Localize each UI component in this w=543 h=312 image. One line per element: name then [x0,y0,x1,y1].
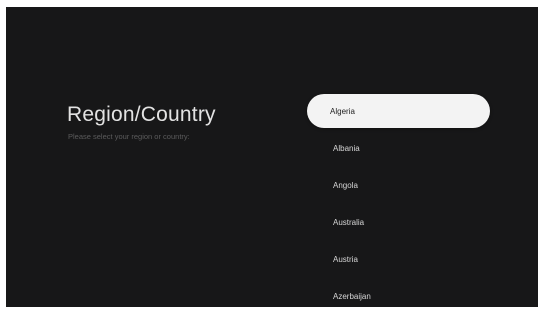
list-item-algeria[interactable]: Algeria [307,94,490,128]
region-country-list: Algeria Albania Angola Australia Austria… [307,94,490,307]
list-item-australia[interactable]: Australia [307,205,490,239]
list-item-albania[interactable]: Albania [307,131,490,165]
list-item-austria[interactable]: Austria [307,242,490,276]
tv-screen: Region/Country Please select your region… [6,7,538,307]
page-subtitle: Please select your region or country: [68,132,190,141]
list-item-angola[interactable]: Angola [307,168,490,202]
page-title: Region/Country [67,103,216,126]
list-item-azerbaijan[interactable]: Azerbaijan [307,279,490,307]
